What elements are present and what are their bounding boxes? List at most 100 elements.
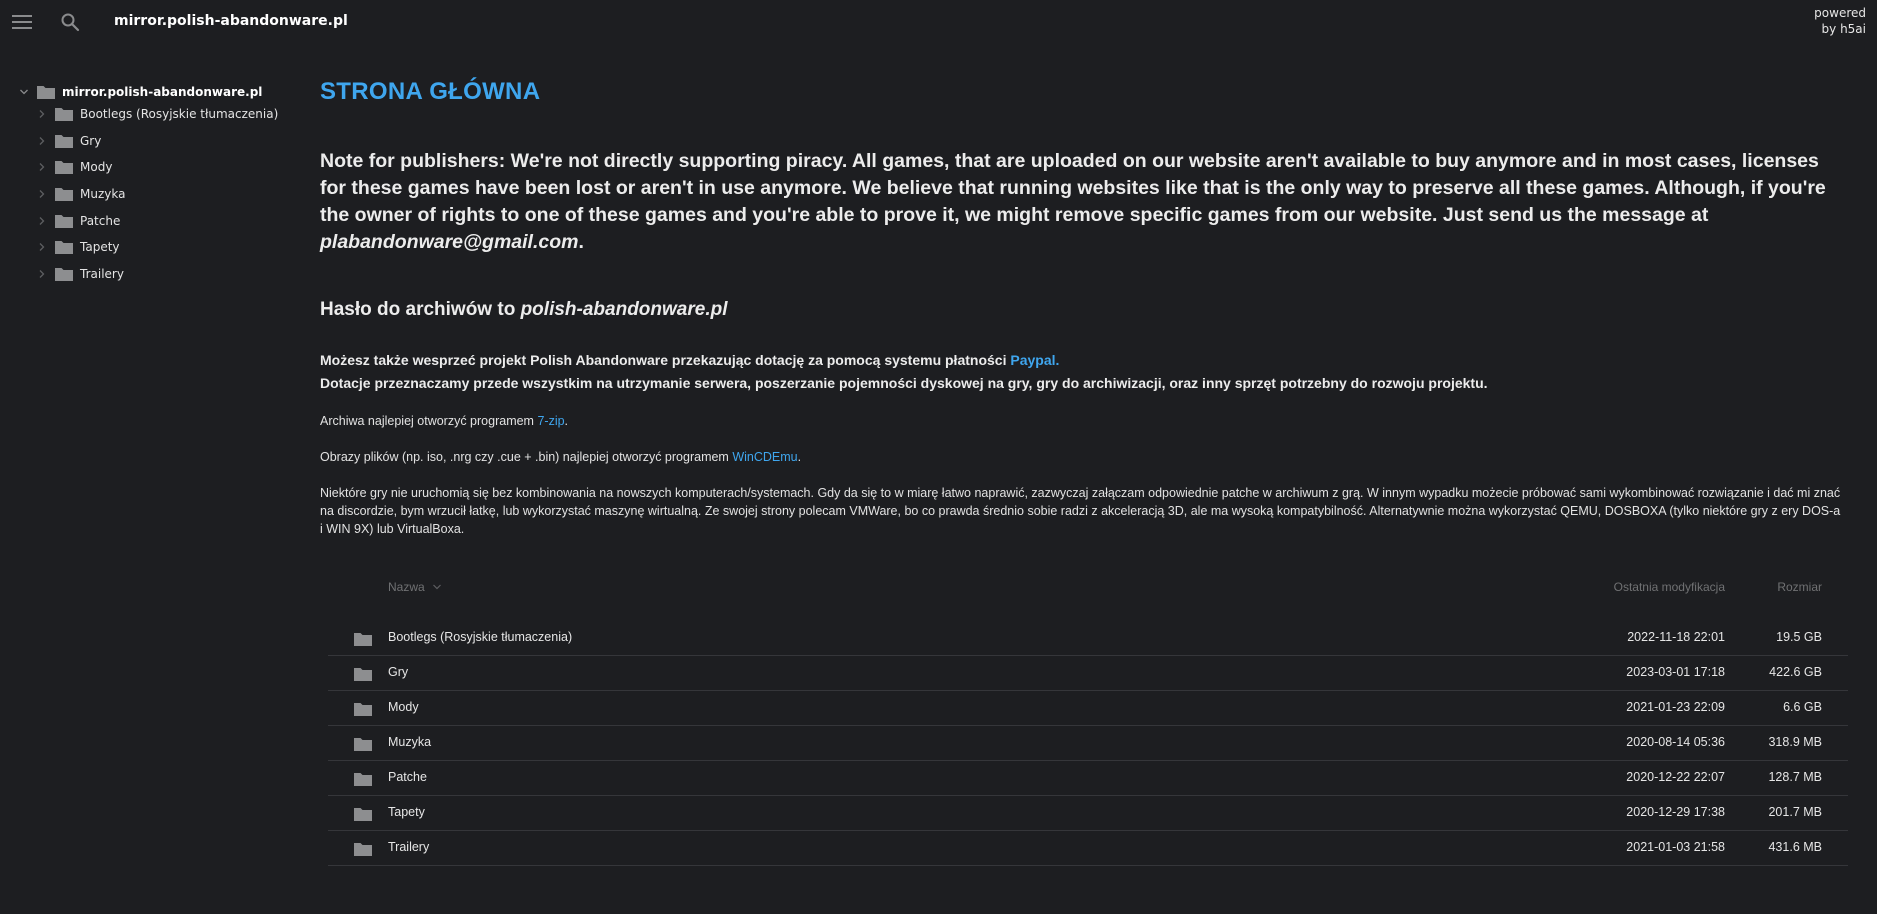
support-text: Możesz także wesprzeć projekt Polish Aba… (320, 349, 1845, 395)
folder-icon (55, 161, 73, 174)
sidebar-item-label: Tapety (80, 240, 120, 254)
sidebar-item-label: Mody (80, 160, 113, 174)
breadcrumb-root[interactable]: mirror.polish-abandonware.pl (114, 13, 348, 29)
paypal-link[interactable]: Paypal. (1010, 352, 1059, 368)
tree-root[interactable]: mirror.polish-abandonware.pl (19, 80, 262, 104)
table-row[interactable]: Patche 2020-12-22 22:07 128.7 MB (328, 761, 1848, 796)
table-row[interactable]: Muzyka 2020-08-14 05:36 318.9 MB (328, 726, 1848, 761)
chevron-right-icon[interactable] (37, 189, 47, 199)
wincdemu-link[interactable]: WinCDEmu (732, 450, 797, 464)
sidebar-item-label: Muzyka (80, 187, 126, 201)
chevron-down-icon[interactable] (19, 87, 29, 97)
folder-icon (55, 268, 73, 281)
column-header-name-label: Nazwa (388, 580, 425, 594)
tip-7zip: Archiwa najlepiej otworzyć programem 7-z… (320, 412, 1845, 430)
folder-icon (55, 188, 73, 201)
search-icon[interactable] (60, 12, 80, 32)
folder-icon (354, 668, 372, 681)
chevron-right-icon[interactable] (37, 109, 47, 119)
chevron-right-icon[interactable] (37, 216, 47, 226)
sidebar-item-muzyka[interactable]: Muzyka (37, 182, 125, 206)
folder-icon (55, 241, 73, 254)
chevron-right-icon[interactable] (37, 242, 47, 252)
row-date: 2020-08-14 05:36 (1626, 735, 1725, 749)
sidebar-item-label: Trailery (80, 267, 124, 281)
row-size: 422.6 GB (1769, 665, 1822, 679)
sidebar-item-label: Bootlegs (Rosyjskie tłumaczenia) (80, 107, 279, 121)
menu-icon[interactable] (12, 13, 32, 31)
row-name: Bootlegs (Rosyjskie tłumaczenia) (388, 630, 573, 644)
column-header-name[interactable]: Nazwa (388, 580, 442, 594)
publisher-email: plabandonware@gmail.com (320, 231, 579, 253)
row-date: 2022-11-18 22:01 (1627, 630, 1725, 644)
row-date: 2020-12-29 17:38 (1626, 805, 1725, 819)
row-size: 201.7 MB (1768, 805, 1822, 819)
page-title: STRONA GŁÓWNA (320, 78, 541, 105)
chevron-right-icon[interactable] (37, 136, 47, 146)
password-prefix: Hasło do archiwów to (320, 299, 521, 320)
password-value: polish-abandonware.pl (520, 299, 728, 320)
tree-root-label: mirror.polish-abandonware.pl (62, 85, 263, 99)
sort-chevron-down-icon (433, 584, 441, 590)
powered-line: powered (1814, 6, 1866, 20)
sidebar-item-tapety[interactable]: Tapety (37, 235, 120, 259)
sidebar-item-bootlegs[interactable]: Bootlegs (Rosyjskie tłumaczenia) (37, 102, 278, 126)
tip-7zip-text: Archiwa najlepiej otworzyć programem (320, 414, 538, 428)
folder-icon (55, 215, 73, 228)
folder-icon (354, 633, 372, 646)
support-line1: Możesz także wesprzeć projekt Polish Aba… (320, 352, 1011, 368)
row-date: 2021-01-23 22:09 (1626, 700, 1725, 714)
powered-by-line: by h5ai (1821, 22, 1866, 36)
tip-wincdemu-end: . (797, 450, 802, 464)
tip-wincdemu: Obrazy plików (np. iso, .nrg czy .cue + … (320, 448, 1845, 466)
sidebar-item-gry[interactable]: Gry (37, 129, 101, 153)
folder-icon (354, 738, 372, 751)
table-row[interactable]: Trailery 2021-01-03 21:58 431.6 MB (328, 831, 1848, 866)
folder-icon (354, 808, 372, 821)
row-name: Muzyka (388, 735, 432, 749)
powered-by-link[interactable]: powered by h5ai (1814, 5, 1866, 37)
sidebar-item-trailery[interactable]: Trailery (37, 262, 124, 286)
sidebar-item-patche[interactable]: Patche (37, 209, 120, 233)
table-row[interactable]: Bootlegs (Rosyjskie tłumaczenia) 2022-11… (328, 621, 1848, 656)
tip-7zip-end: . (564, 414, 569, 428)
folder-icon (55, 135, 73, 148)
sidebar-item-mody[interactable]: Mody (37, 155, 112, 179)
table-row[interactable]: Tapety 2020-12-29 17:38 201.7 MB (328, 796, 1848, 831)
publisher-note-end: . (578, 231, 584, 253)
table-row[interactable]: Gry 2023-03-01 17:18 422.6 GB (328, 656, 1848, 691)
7zip-link[interactable]: 7-zip (537, 414, 564, 428)
tip-compatibility: Niektóre gry nie uruchomią się bez kombi… (320, 486, 1841, 536)
sidebar-item-label: Patche (80, 214, 121, 228)
support-line2: Dotacje przeznaczamy przede wszystkim na… (320, 375, 1488, 391)
row-name: Patche (388, 770, 427, 784)
publisher-note-text: Note for publishers: We're not directly … (320, 150, 1826, 226)
row-name: Gry (388, 665, 409, 679)
folder-icon (37, 86, 55, 99)
publisher-note: Note for publishers: We're not directly … (320, 148, 1845, 256)
column-header-size[interactable]: Rozmiar (1777, 580, 1822, 594)
row-size: 19.5 GB (1776, 630, 1822, 644)
folder-icon (354, 703, 372, 716)
sidebar-item-label: Gry (80, 134, 102, 148)
folder-icon (354, 773, 372, 786)
folder-icon (354, 843, 372, 856)
chevron-right-icon[interactable] (37, 269, 47, 279)
top-bar: mirror.polish-abandonware.pl powered by … (0, 0, 1877, 45)
row-date: 2021-01-03 21:58 (1626, 840, 1725, 854)
row-size: 6.6 GB (1783, 700, 1822, 714)
row-name: Trailery (388, 840, 430, 854)
row-size: 318.9 MB (1768, 735, 1822, 749)
folder-icon (55, 108, 73, 121)
table-row[interactable]: Mody 2021-01-23 22:09 6.6 GB (328, 691, 1848, 726)
row-name: Mody (388, 700, 419, 714)
row-size: 431.6 MB (1768, 840, 1822, 854)
archive-password: Hasło do archiwów to polish-abandonware.… (320, 299, 727, 321)
row-size: 128.7 MB (1768, 770, 1822, 784)
row-date: 2023-03-01 17:18 (1626, 665, 1725, 679)
column-header-date[interactable]: Ostatnia modyfikacja (1614, 580, 1725, 594)
row-date: 2020-12-22 22:07 (1626, 770, 1725, 784)
tip-wincdemu-text: Obrazy plików (np. iso, .nrg czy .cue + … (320, 450, 733, 464)
chevron-right-icon[interactable] (37, 162, 47, 172)
row-name: Tapety (388, 805, 425, 819)
